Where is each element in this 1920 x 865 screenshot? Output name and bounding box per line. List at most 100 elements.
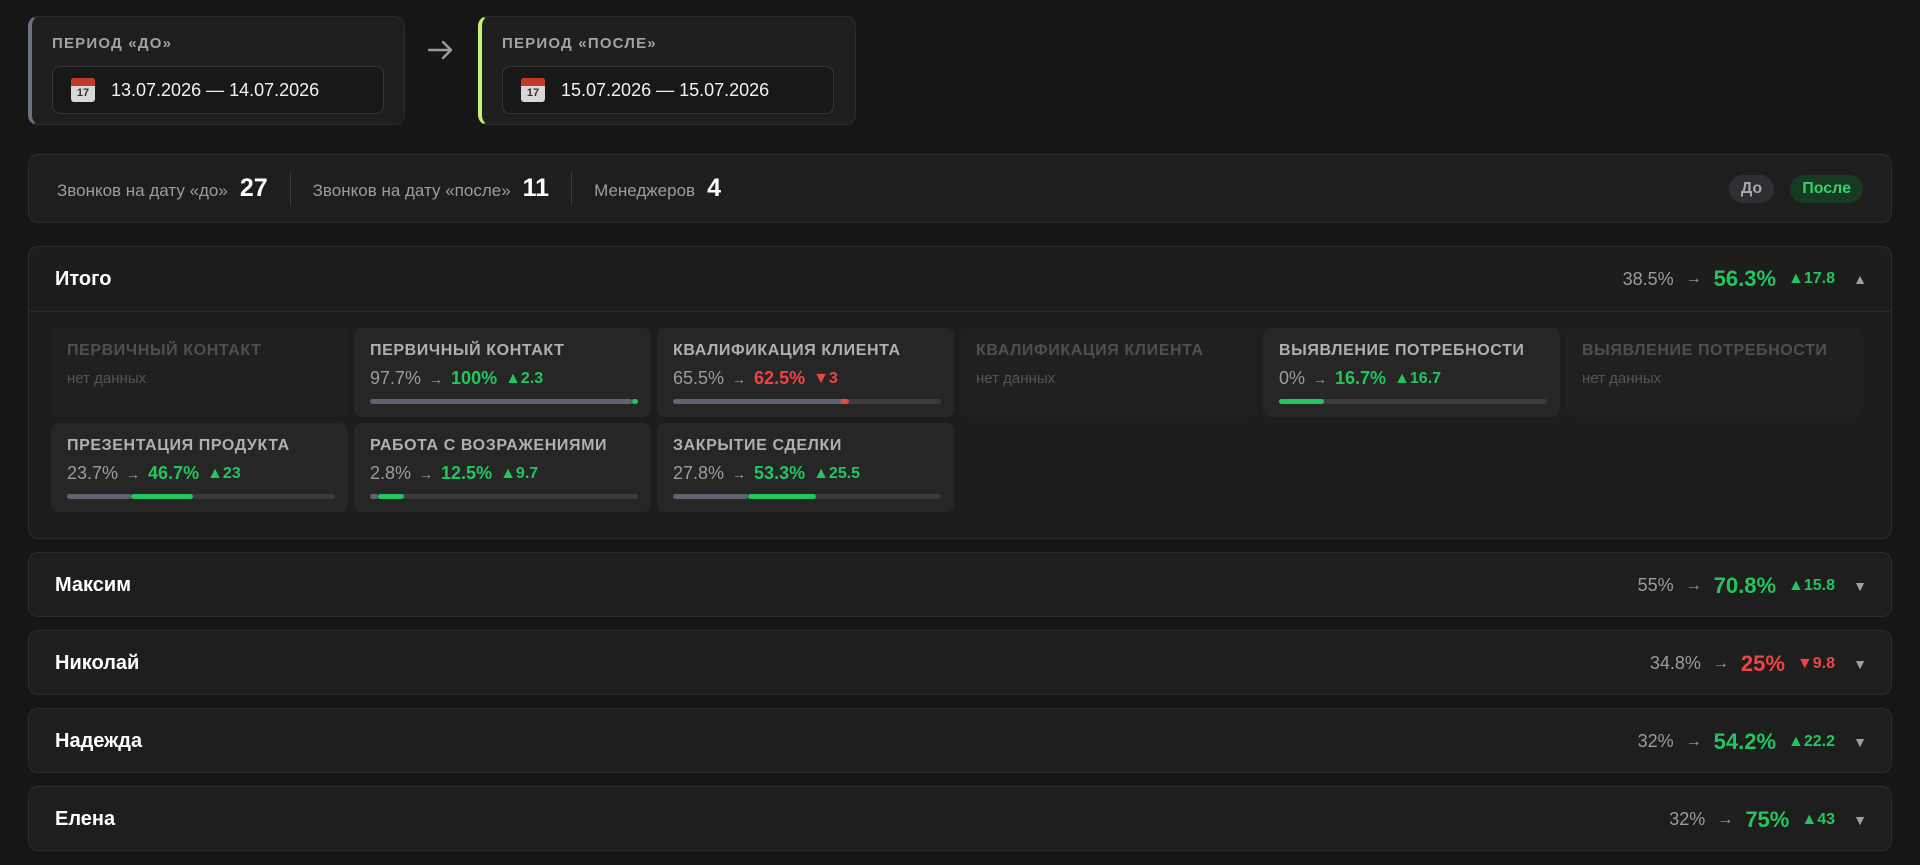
total-summary: 38.5% → 56.3% ▲17.8 ▲ xyxy=(1623,266,1867,292)
chevron-down-icon[interactable]: ▼ xyxy=(1853,656,1867,672)
manager-name: Николай xyxy=(55,652,140,674)
progress-before-fill xyxy=(370,494,378,499)
calendar-icon: 17 xyxy=(71,78,95,102)
arrow-right-icon: → xyxy=(126,465,141,482)
metric-delta: ▲23 xyxy=(207,464,241,482)
metric-before: 97.7% xyxy=(370,368,422,388)
stat-managers: Менеджеров 4 xyxy=(594,174,721,203)
summary-before: 32% xyxy=(1669,809,1706,829)
arrow-right-icon: → xyxy=(1717,810,1734,828)
arrow-right-icon: → xyxy=(732,465,747,482)
metric-card: КВАЛИФИКАЦИЯ КЛИЕНТА нет данных xyxy=(960,328,1257,417)
stat-managers-label: Менеджеров xyxy=(594,181,696,200)
progress-after-fill xyxy=(632,399,638,404)
metric-card: РАБОТА С ВОЗРАЖЕНИЯМИ 2.8% → 12.5% ▲9.7 xyxy=(354,423,651,512)
progress-after-fill xyxy=(841,399,849,404)
metric-card-title: ПЕРВИЧНЫЙ КОНТАКТ xyxy=(67,342,262,359)
metric-after: 46.7% xyxy=(148,463,200,483)
metric-card-values: 27.8% → 53.3% ▲25.5 xyxy=(673,463,938,484)
period-after-card: ПЕРИОД «ПОСЛЕ» 17 15.07.2026 — 15.07.202… xyxy=(478,16,856,125)
summary-after: 75% xyxy=(1745,806,1790,832)
summary-delta: ▲22.2 xyxy=(1788,732,1835,750)
metric-progress-bar xyxy=(673,494,941,499)
stat-calls-after: Звонков на дату «после» 11 xyxy=(313,174,549,203)
summary-delta: ▲43 xyxy=(1801,810,1835,828)
progress-before-fill xyxy=(67,494,131,499)
manager-row-maxim[interactable]: Максим 55% → 70.8% ▲15.8 ▼ xyxy=(28,552,1892,617)
progress-after-fill xyxy=(378,494,404,499)
metric-card: ВЫЯВЛЕНИЕ ПОТРЕБНОСТИ нет данных xyxy=(1566,328,1863,417)
metric-before: 23.7% xyxy=(67,463,119,483)
manager-name: Надежда xyxy=(55,730,143,752)
metric-before: 65.5% xyxy=(673,368,725,388)
metric-delta: ▲9.7 xyxy=(500,464,539,482)
divider xyxy=(289,171,291,206)
stat-calls-before-value: 27 xyxy=(239,174,268,202)
metric-card: ВЫЯВЛЕНИЕ ПОТРЕБНОСТИ 0% → 16.7% ▲16.7 xyxy=(1263,328,1560,417)
summary-before: 32% xyxy=(1637,731,1674,751)
summary-delta: ▲15.8 xyxy=(1788,576,1835,594)
arrow-right-icon: → xyxy=(1712,654,1729,672)
arrow-right-icon: → xyxy=(732,370,747,387)
stat-calls-before-label: Звонков на дату «до» xyxy=(57,181,228,200)
calendar-icon: 17 xyxy=(521,78,545,102)
chevron-down-icon[interactable]: ▼ xyxy=(1853,812,1867,828)
manager-row-nikolay[interactable]: Николай 34.8% → 25% ▼9.8 ▼ xyxy=(28,630,1892,695)
metric-card-title: РАБОТА С ВОЗРАЖЕНИЯМИ xyxy=(370,437,608,454)
section-title: Итого xyxy=(55,267,112,290)
total-section-header[interactable]: Итого 38.5% → 56.3% ▲17.8 ▲ xyxy=(29,247,1891,312)
stat-managers-value: 4 xyxy=(707,174,721,202)
metric-progress-bar xyxy=(1279,399,1547,404)
total-section: Итого 38.5% → 56.3% ▲17.8 ▲ ПЕРВИЧНЫЙ КО… xyxy=(28,246,1892,539)
manager-row-elena[interactable]: Елена 32% → 75% ▲43 ▼ xyxy=(28,786,1892,851)
period-after-label: ПЕРИОД «ПОСЛЕ» xyxy=(502,35,657,52)
metric-after: 53.3% xyxy=(754,463,806,483)
chevron-up-icon[interactable]: ▲ xyxy=(1853,271,1867,287)
metric-before: 2.8% xyxy=(370,463,412,483)
period-after-dates: 15.07.2026 — 15.07.2026 xyxy=(561,79,770,100)
period-before-dates: 13.07.2026 — 14.07.2026 xyxy=(111,79,320,100)
manager-row-nadezhda[interactable]: Надежда 32% → 54.2% ▲22.2 ▼ xyxy=(28,708,1892,773)
metric-card-values: 0% → 16.7% ▲16.7 xyxy=(1279,368,1544,389)
metric-after: 16.7% xyxy=(1335,368,1387,388)
summary-after: 54.2% xyxy=(1713,728,1777,754)
summary-before: 38.5% xyxy=(1622,268,1674,289)
summary-after: 56.3% xyxy=(1713,266,1777,291)
legend-after-badge: После xyxy=(1790,174,1863,203)
metric-card-title: ВЫЯВЛЕНИЕ ПОТРЕБНОСТИ xyxy=(1279,342,1525,359)
progress-before-fill xyxy=(673,494,748,499)
metric-card-values: 97.7% → 100% ▲2.3 xyxy=(370,368,635,389)
metric-progress-bar xyxy=(673,399,941,404)
summary-after: 25% xyxy=(1740,650,1785,676)
chevron-down-icon[interactable]: ▼ xyxy=(1853,734,1867,750)
period-before-label: ПЕРИОД «ДО» xyxy=(52,35,173,52)
manager-summary: 55% → 70.8% ▲15.8 ▼ xyxy=(1638,573,1867,599)
metric-delta: ▲2.3 xyxy=(505,369,544,387)
progress-before-fill xyxy=(370,399,632,404)
metric-after: 62.5% xyxy=(754,368,806,388)
legend: До После xyxy=(1728,174,1863,203)
progress-before-fill xyxy=(673,399,849,404)
period-before-date-picker[interactable]: 17 13.07.2026 — 14.07.2026 xyxy=(52,66,384,114)
period-after-date-picker[interactable]: 17 15.07.2026 — 15.07.2026 xyxy=(502,66,834,114)
stat-calls-after-value: 11 xyxy=(522,174,550,202)
arrow-right-icon: → xyxy=(1685,576,1702,594)
metric-card-title: ЗАКРЫТИЕ СДЕЛКИ xyxy=(673,437,842,454)
metric-card-values: 2.8% → 12.5% ▲9.7 xyxy=(370,463,635,484)
manager-summary: 32% → 75% ▲43 ▼ xyxy=(1669,807,1867,833)
metric-card-title: ВЫЯВЛЕНИЕ ПОТРЕБНОСТИ xyxy=(1582,342,1828,359)
metric-before: 27.8% xyxy=(673,463,725,483)
metric-card-title: ПРЕЗЕНТАЦИЯ ПРОДУКТА xyxy=(67,437,290,454)
metric-card: ПРЕЗЕНТАЦИЯ ПРОДУКТА 23.7% → 46.7% ▲23 xyxy=(51,423,348,512)
stat-calls-after-label: Звонков на дату «после» xyxy=(312,181,511,200)
metric-card: ПЕРВИЧНЫЙ КОНТАКТ нет данных xyxy=(51,328,348,417)
chevron-down-icon[interactable]: ▼ xyxy=(1853,578,1867,594)
metric-card-no-data: нет данных xyxy=(1582,370,1662,387)
progress-after-fill xyxy=(131,494,193,499)
metric-card-title: КВАЛИФИКАЦИЯ КЛИЕНТА xyxy=(673,342,901,359)
summary-before: 34.8% xyxy=(1649,653,1701,673)
metric-card: КВАЛИФИКАЦИЯ КЛИЕНТА 65.5% → 62.5% ▼3 xyxy=(657,328,954,417)
metric-card: ЗАКРЫТИЕ СДЕЛКИ 27.8% → 53.3% ▲25.5 xyxy=(657,423,954,512)
summary-after: 70.8% xyxy=(1713,572,1777,598)
stat-calls-before: Звонков на дату «до» 27 xyxy=(57,174,268,203)
